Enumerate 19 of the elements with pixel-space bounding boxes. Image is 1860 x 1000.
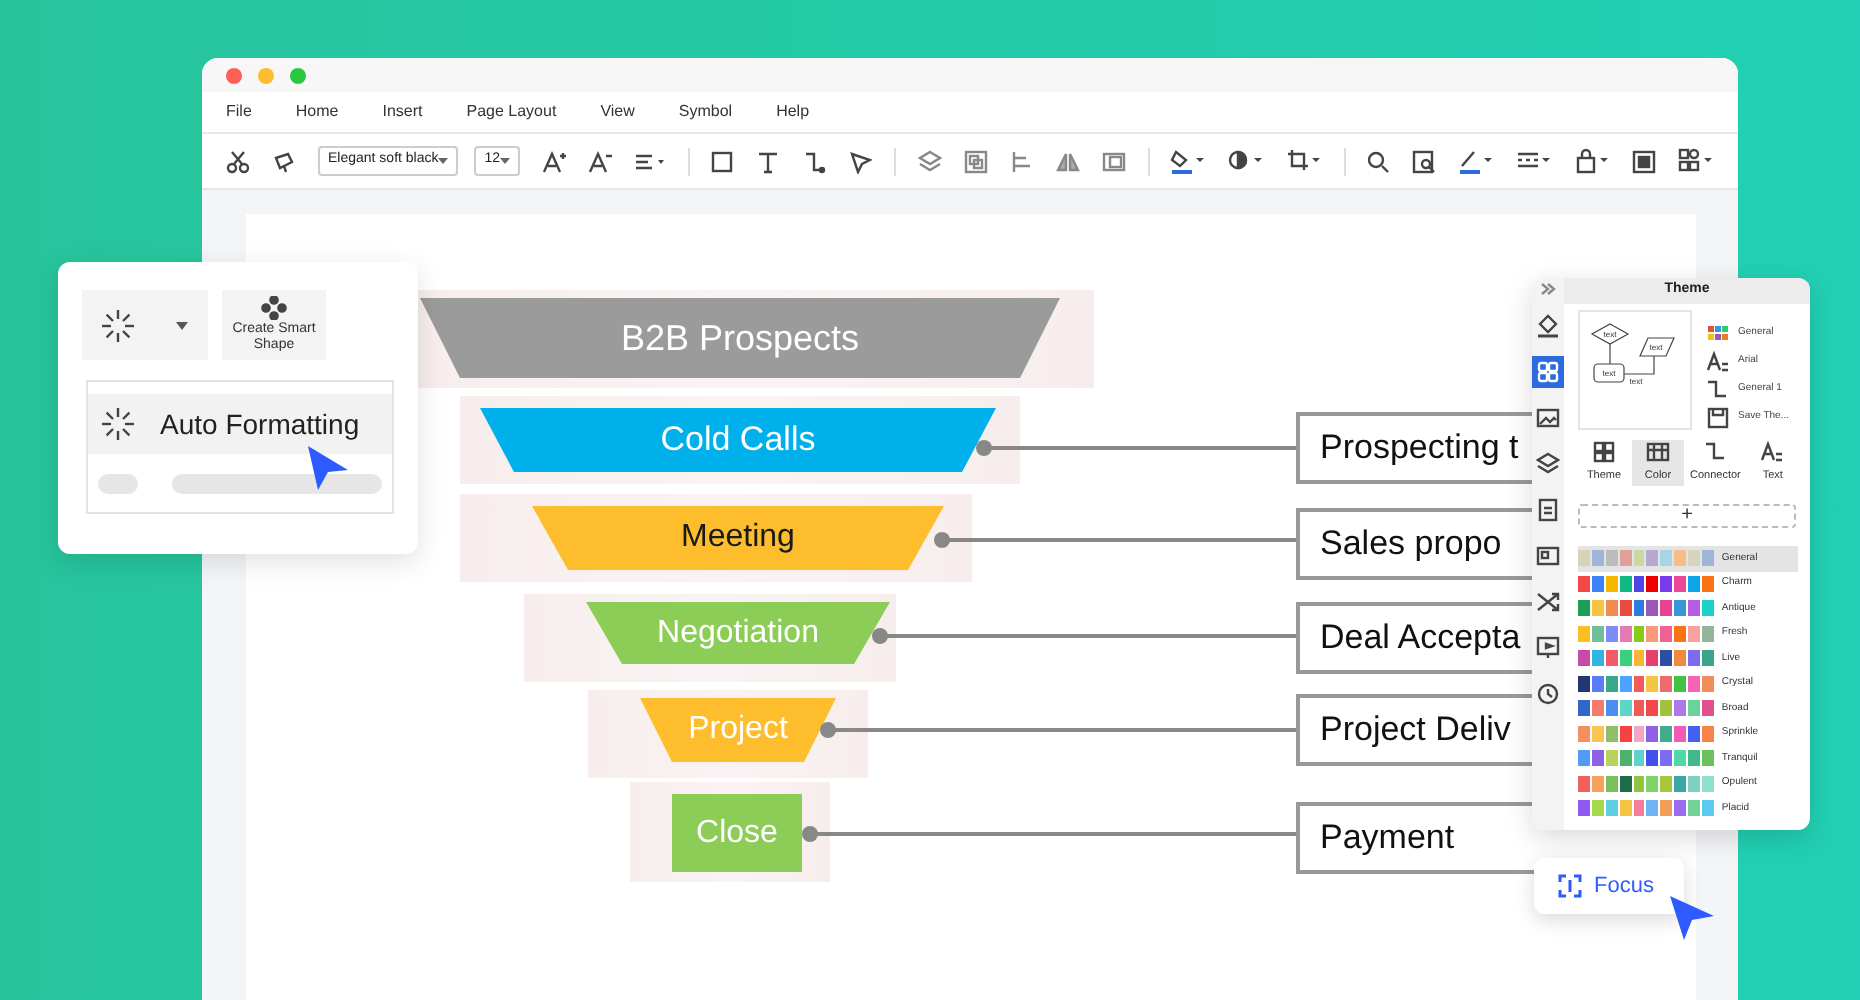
- outcome-box: Payment: [1296, 802, 1536, 874]
- outcome-box: Sales propo: [1296, 508, 1536, 580]
- menu-item[interactable]: Page Layout: [466, 100, 557, 124]
- funnel-stage: Cold Calls: [480, 408, 996, 472]
- outcome-box: Prospecting t: [1296, 412, 1536, 484]
- add-button[interactable]: +: [1578, 504, 1796, 528]
- funnel-stage: Close: [672, 794, 802, 872]
- menu-item[interactable]: File: [226, 100, 252, 124]
- menu-item[interactable]: Home: [295, 100, 339, 124]
- outcome-box: Deal Accepta: [1296, 602, 1536, 674]
- funnel-stage: B2B Prospects: [420, 298, 1060, 378]
- menu-item[interactable]: View: [600, 100, 635, 124]
- outcome-box: Project Deliv: [1296, 694, 1536, 766]
- auto-formatting-button[interactable]: Auto Formatting: [88, 394, 392, 454]
- menu-item[interactable]: Insert: [382, 100, 423, 124]
- funnel-stage: Meeting: [532, 506, 944, 570]
- focus-button[interactable]: Focus: [1534, 858, 1684, 914]
- menu-item[interactable]: Help: [776, 100, 810, 124]
- menu-item[interactable]: Symbol: [678, 100, 733, 124]
